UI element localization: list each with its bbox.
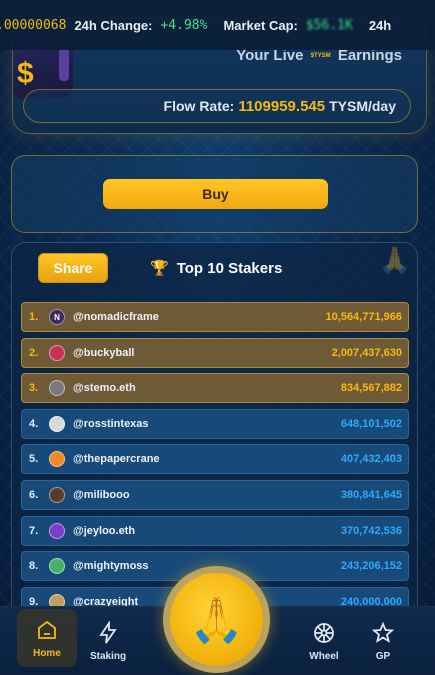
staker-amount: 380,841,645 (340, 488, 402, 501)
staker-row[interactable]: 5. @thepapercrane 407,432,403 (21, 444, 409, 475)
star-icon (371, 621, 395, 643)
nav-staking[interactable]: Staking (78, 607, 138, 675)
dollar-icon: $ (17, 57, 34, 90)
flow-rate-unit: TYSM/day (329, 98, 396, 114)
pray-hands-icon: 🙏 (378, 245, 411, 275)
avatar (49, 344, 65, 361)
staker-rank: 7. (29, 524, 39, 537)
staker-amount: 243,206,152 (340, 560, 402, 573)
staker-row[interactable]: 2. @buckyball 2,007,437,630 (21, 337, 409, 368)
flow-rate-value: 1109959.545 (238, 97, 326, 115)
ticker-trail-label: 24h (368, 17, 392, 33)
ticker-mcap-value: $56.1K (305, 17, 353, 33)
avatar (49, 380, 65, 397)
avatar (49, 558, 65, 575)
staker-amount: 370,742,536 (340, 524, 402, 537)
staker-amount: 407,432,403 (340, 453, 402, 466)
nav-home[interactable]: Home (17, 609, 77, 667)
staker-row[interactable]: 4. @rosstintexas 648,101,502 (21, 408, 409, 439)
nav-gp[interactable]: GP (353, 607, 413, 675)
staker-rank: 5. (29, 453, 39, 466)
staker-row[interactable]: 6. @milibooo 380,841,645 (21, 479, 409, 510)
staker-rank: 4. (29, 417, 39, 430)
pray-hands-icon: 🙏 (189, 595, 244, 645)
home-icon (38, 620, 56, 639)
nav-wheel[interactable]: Wheel (294, 607, 354, 675)
staker-rank: 1. (29, 311, 39, 323)
staker-rank: 6. (29, 488, 39, 501)
wheel-icon (314, 623, 334, 643)
staker-username: @rosstintexas (73, 417, 149, 430)
staker-username: @thepapercrane (73, 453, 160, 466)
buy-panel: Buy (11, 155, 418, 233)
staker-row[interactable]: 1. N @nomadicframe 10,564,771,966 (21, 302, 409, 332)
staker-row[interactable]: 3. @stemo.eth 834,567,882 (21, 373, 409, 404)
pray-button[interactable]: 🙏 (163, 566, 270, 673)
staker-username: @milibooo (73, 488, 130, 501)
staker-username: @buckyball (73, 346, 135, 359)
staker-username: @nomadicframe (73, 311, 159, 323)
avatar (49, 486, 65, 503)
staker-row[interactable]: 7. @jeyloo.eth 370,742,536 (21, 515, 409, 546)
staker-amount: 2,007,437,630 (331, 346, 402, 359)
ticker-change-label: 24h Change: (74, 17, 153, 33)
trophy-icon: 🏆 (150, 260, 169, 277)
avatar: N (49, 309, 65, 325)
ticker-mcap-label: Market Cap: (223, 17, 298, 33)
staker-rank: 8. (29, 560, 39, 573)
ticker-change-value: +4.98% (160, 17, 208, 33)
staker-username: @stemo.eth (73, 382, 136, 395)
avatar (49, 522, 65, 539)
stakers-panel: Share 🏆 Top 10 Stakers 🙏 1. N @nomadicfram… (11, 242, 418, 622)
stakers-title: 🏆 Top 10 Stakers (150, 259, 283, 278)
flow-rate-label: Flow Rate: (163, 98, 235, 114)
flow-rate-pill: Flow Rate: 1109959.545 TYSM/day (23, 89, 411, 123)
avatar (49, 415, 65, 432)
share-button[interactable]: Share (38, 253, 108, 283)
buy-button[interactable]: Buy (103, 179, 328, 209)
staker-amount: 834,567,882 (340, 382, 402, 395)
staker-amount: 10,564,771,966 (325, 311, 402, 323)
staker-username: @jeyloo.eth (73, 524, 136, 537)
staker-rank: 2. (29, 346, 39, 359)
avatar (49, 451, 65, 468)
staker-rank: 3. (29, 382, 39, 395)
price-ticker: .00000068 24h Change: +4.98% Market Cap:… (0, 0, 435, 50)
ticker-price: .00000068 (0, 17, 67, 33)
staker-amount: 648,101,502 (340, 417, 402, 430)
bolt-icon (99, 621, 117, 644)
